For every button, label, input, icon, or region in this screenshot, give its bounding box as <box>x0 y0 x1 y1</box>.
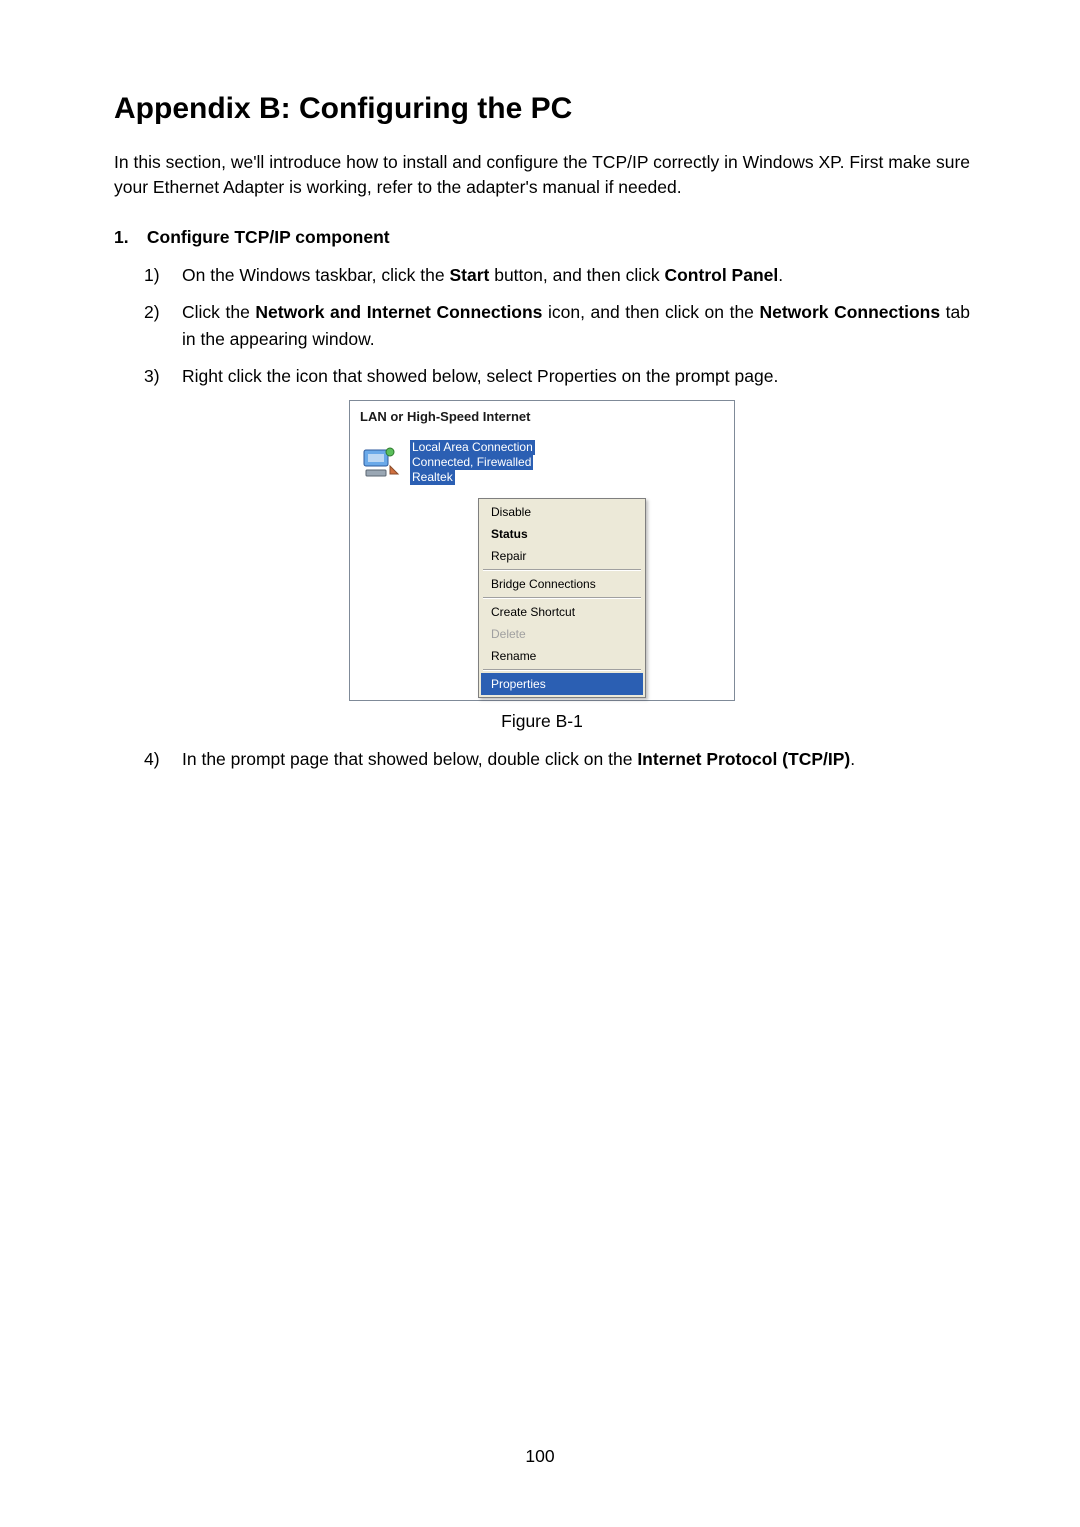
ordered-steps: 1) On the Windows taskbar, click the Sta… <box>144 262 970 391</box>
connection-status: Connected, Firewalled <box>410 455 533 470</box>
menu-item-create-shortcut[interactable]: Create Shortcut <box>481 601 643 623</box>
step-text: icon, and then click on the <box>542 302 759 322</box>
step-4: 4) In the prompt page that showed below,… <box>144 746 970 773</box>
step-body: Click the Network and Internet Connectio… <box>182 299 970 353</box>
figure-caption: Figure B-1 <box>114 711 970 732</box>
connection-item[interactable]: Local Area Connection Connected, Firewal… <box>360 440 724 485</box>
menu-separator <box>483 669 641 671</box>
document-page: Appendix B: Configuring the PC In this s… <box>0 0 1080 773</box>
section-title-text: Configure TCP/IP component <box>147 227 390 247</box>
lan-panel-title: LAN or High-Speed Internet <box>350 401 734 430</box>
lan-panel: LAN or High-Speed Internet Local Area <box>349 400 735 701</box>
step-number: 4) <box>144 746 182 773</box>
figure-panel-wrapper: LAN or High-Speed Internet Local Area <box>114 400 970 732</box>
step-body: Right click the icon that showed below, … <box>182 363 970 390</box>
step-3: 3) Right click the icon that showed belo… <box>144 363 970 390</box>
step-text: In the prompt page that showed below, do… <box>182 749 637 769</box>
bold-start: Start <box>449 265 489 285</box>
menu-item-properties[interactable]: Properties <box>481 673 643 695</box>
page-number: 100 <box>0 1446 1080 1467</box>
step-text: . <box>778 265 783 285</box>
step-1: 1) On the Windows taskbar, click the Sta… <box>144 262 970 289</box>
step-number: 3) <box>144 363 182 390</box>
menu-item-status[interactable]: Status <box>481 523 643 545</box>
network-adapter-icon <box>360 440 404 484</box>
menu-item-disable[interactable]: Disable <box>481 501 643 523</box>
ordered-steps-cont: 4) In the prompt page that showed below,… <box>144 746 970 773</box>
page-title: Appendix B: Configuring the PC <box>114 92 970 126</box>
menu-separator <box>483 569 641 571</box>
bold-network-connections: Network Connections <box>759 302 940 322</box>
menu-item-delete: Delete <box>481 623 643 645</box>
bold-internet-protocol: Internet Protocol (TCP/IP) <box>637 749 850 769</box>
section-heading: 1. Configure TCP/IP component <box>114 227 970 248</box>
bold-control-panel: Control Panel <box>664 265 778 285</box>
context-menu: Disable Status Repair Bridge Connections… <box>478 498 646 698</box>
step-text: On the Windows taskbar, click the <box>182 265 449 285</box>
lan-panel-body: Local Area Connection Connected, Firewal… <box>350 430 734 700</box>
step-text: button, and then click <box>489 265 664 285</box>
step-2: 2) Click the Network and Internet Connec… <box>144 299 970 353</box>
menu-item-repair[interactable]: Repair <box>481 545 643 567</box>
bold-network-internet: Network and Internet Connections <box>255 302 542 322</box>
step-number: 1) <box>144 262 182 289</box>
menu-item-rename[interactable]: Rename <box>481 645 643 667</box>
step-text: Click the <box>182 302 255 322</box>
intro-paragraph: In this section, we'll introduce how to … <box>114 150 970 201</box>
connection-adapter: Realtek <box>410 470 455 485</box>
step-text: . <box>850 749 855 769</box>
step-body: On the Windows taskbar, click the Start … <box>182 262 970 289</box>
connection-name: Local Area Connection <box>410 440 535 455</box>
menu-item-bridge[interactable]: Bridge Connections <box>481 573 643 595</box>
section-number: 1. <box>114 227 142 248</box>
step-body: In the prompt page that showed below, do… <box>182 746 970 773</box>
menu-separator <box>483 597 641 599</box>
step-number: 2) <box>144 299 182 353</box>
connection-labels: Local Area Connection Connected, Firewal… <box>410 440 535 485</box>
